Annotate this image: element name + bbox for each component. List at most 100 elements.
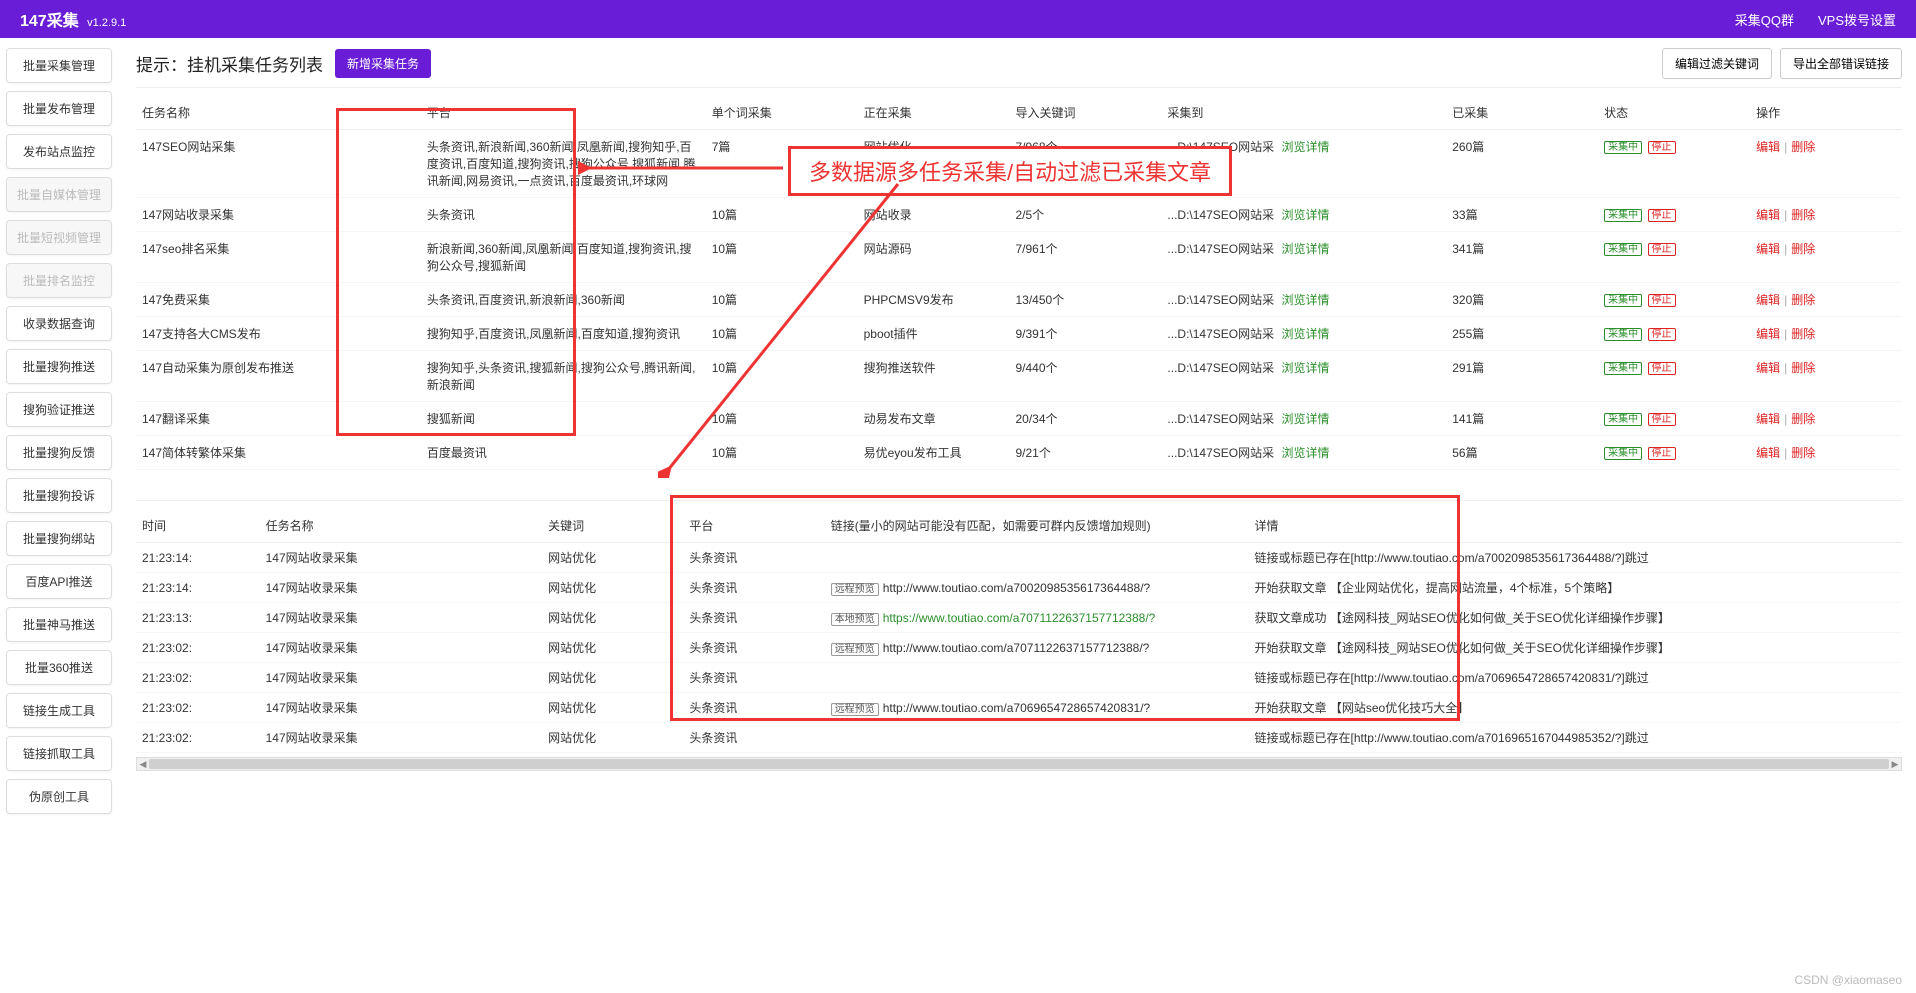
edit-button[interactable]: 编辑 <box>1756 140 1780 154</box>
horizontal-scrollbar[interactable]: ◀ ▶ <box>136 757 1902 771</box>
task-single: 10篇 <box>706 317 858 351</box>
log-detail: 开始获取文章 【网站seo优化技巧大全】 <box>1249 693 1902 723</box>
delete-button[interactable]: 删除 <box>1791 327 1815 341</box>
scroll-left-icon[interactable]: ◀ <box>137 758 149 770</box>
stop-button[interactable]: 停止 <box>1648 209 1676 222</box>
log-task: 147网站收录采集 <box>260 663 543 693</box>
task-row: 147简体转繁体采集百度最资讯10篇易优eyou发布工具9/21个...D:\1… <box>136 436 1902 470</box>
edit-button[interactable]: 编辑 <box>1756 361 1780 375</box>
delete-button[interactable]: 删除 <box>1791 242 1815 256</box>
delete-button[interactable]: 删除 <box>1791 293 1815 307</box>
task-collecting: 动易发布文章 <box>858 402 1010 436</box>
log-col-header: 关键词 <box>542 509 683 543</box>
task-platform: 头条资讯,百度资讯,新浪新闻,360新闻 <box>421 283 706 317</box>
sidebar: 批量采集管理批量发布管理发布站点监控批量自媒体管理批量短视频管理批量排名监控收录… <box>0 38 118 824</box>
new-task-button[interactable]: 新增采集任务 <box>335 49 431 78</box>
delete-button[interactable]: 删除 <box>1791 140 1815 154</box>
delete-button[interactable]: 删除 <box>1791 412 1815 426</box>
link-vps-dial[interactable]: VPS拨号设置 <box>1818 10 1896 29</box>
sidebar-item-10[interactable]: 批量搜狗投诉 <box>6 478 112 513</box>
sidebar-item-7[interactable]: 批量搜狗推送 <box>6 349 112 384</box>
task-single: 7篇 <box>706 130 858 198</box>
log-time: 21:23:14: <box>136 543 260 573</box>
log-url[interactable]: https://www.toutiao.com/a707112263715771… <box>883 611 1156 625</box>
log-task: 147网站收录采集 <box>260 693 543 723</box>
log-time: 21:23:13: <box>136 603 260 633</box>
task-single: 10篇 <box>706 198 858 232</box>
scroll-right-icon[interactable]: ▶ <box>1889 758 1901 770</box>
sidebar-item-17[interactable]: 伪原创工具 <box>6 779 112 814</box>
edit-button[interactable]: 编辑 <box>1756 446 1780 460</box>
task-platform: 头条资讯 <box>421 198 706 232</box>
sidebar-item-6[interactable]: 收录数据查询 <box>6 306 112 341</box>
sidebar-item-16[interactable]: 链接抓取工具 <box>6 736 112 771</box>
export-error-links-button[interactable]: 导出全部错误链接 <box>1780 48 1902 79</box>
sidebar-item-13[interactable]: 批量神马推送 <box>6 607 112 642</box>
task-col-header: 正在采集 <box>858 96 1010 130</box>
task-row: 147支持各大CMS发布搜狗知乎,百度资讯,凤凰新闻,百度知道,搜狗资讯10篇p… <box>136 317 1902 351</box>
page-header: 提示：挂机采集任务列表 新增采集任务 编辑过滤关键词 导出全部错误链接 <box>136 48 1902 88</box>
browse-detail-link[interactable]: 浏览详情 <box>1281 140 1329 154</box>
edit-button[interactable]: 编辑 <box>1756 293 1780 307</box>
stop-button[interactable]: 停止 <box>1648 294 1676 307</box>
task-collecting: PHPCMSV9发布 <box>858 283 1010 317</box>
task-collected: 320篇 <box>1446 283 1598 317</box>
log-time: 21:23:02: <box>136 693 260 723</box>
sidebar-item-0[interactable]: 批量采集管理 <box>6 48 112 83</box>
sidebar-item-15[interactable]: 链接生成工具 <box>6 693 112 728</box>
delete-button[interactable]: 删除 <box>1791 361 1815 375</box>
scroll-thumb[interactable] <box>149 759 1889 769</box>
browse-detail-link[interactable]: 浏览详情 <box>1281 361 1329 375</box>
preview-tag[interactable]: 本地预览 <box>831 613 879 626</box>
log-url[interactable]: http://www.toutiao.com/a7002098535617364… <box>883 581 1151 595</box>
preview-tag[interactable]: 远程预览 <box>831 643 879 656</box>
preview-tag[interactable]: 远程预览 <box>831 583 879 596</box>
browse-detail-link[interactable]: 浏览详情 <box>1281 446 1329 460</box>
sidebar-item-9[interactable]: 批量搜狗反馈 <box>6 435 112 470</box>
task-dest: ...D:\147SEO网站采 浏览详情 <box>1161 436 1446 470</box>
log-col-header: 平台 <box>683 509 824 543</box>
stop-button[interactable]: 停止 <box>1648 243 1676 256</box>
log-link <box>825 543 1249 573</box>
log-link: 本地预览 https://www.toutiao.com/a70711226371… <box>825 603 1249 633</box>
edit-button[interactable]: 编辑 <box>1756 208 1780 222</box>
edit-button[interactable]: 编辑 <box>1756 242 1780 256</box>
sidebar-item-1[interactable]: 批量发布管理 <box>6 91 112 126</box>
log-keyword: 网站优化 <box>542 603 683 633</box>
sidebar-item-11[interactable]: 批量搜狗绑站 <box>6 521 112 556</box>
log-row: 21:23:02:147网站收录采集网站优化头条资讯远程预览http://www… <box>136 693 1902 723</box>
edit-button[interactable]: 编辑 <box>1756 412 1780 426</box>
link-qq-group[interactable]: 采集QQ群 <box>1735 10 1794 29</box>
stop-button[interactable]: 停止 <box>1648 328 1676 341</box>
task-col-header: 采集到 <box>1161 96 1446 130</box>
sidebar-item-14[interactable]: 批量360推送 <box>6 650 112 685</box>
stop-button[interactable]: 停止 <box>1648 413 1676 426</box>
browse-detail-link[interactable]: 浏览详情 <box>1281 327 1329 341</box>
sidebar-item-8[interactable]: 搜狗验证推送 <box>6 392 112 427</box>
stop-button[interactable]: 停止 <box>1648 447 1676 460</box>
sidebar-item-12[interactable]: 百度API推送 <box>6 564 112 599</box>
task-imported: 7/968个 <box>1010 130 1162 198</box>
delete-button[interactable]: 删除 <box>1791 446 1815 460</box>
stop-button[interactable]: 停止 <box>1648 141 1676 154</box>
task-ops: 编辑|删除 <box>1750 317 1902 351</box>
preview-tag[interactable]: 远程预览 <box>831 703 879 716</box>
browse-detail-link[interactable]: 浏览详情 <box>1281 293 1329 307</box>
browse-detail-link[interactable]: 浏览详情 <box>1281 412 1329 426</box>
browse-detail-link[interactable]: 浏览详情 <box>1281 208 1329 222</box>
browse-detail-link[interactable]: 浏览详情 <box>1281 242 1329 256</box>
task-table: 任务名称平台单个词采集正在采集导入关键词采集到已采集状态操作 147SEO网站采… <box>136 96 1902 470</box>
task-imported: 9/391个 <box>1010 317 1162 351</box>
task-name: 147seo排名采集 <box>136 232 421 283</box>
stop-button[interactable]: 停止 <box>1648 362 1676 375</box>
log-keyword: 网站优化 <box>542 693 683 723</box>
sidebar-item-2[interactable]: 发布站点监控 <box>6 134 112 169</box>
log-url[interactable]: http://www.toutiao.com/a7071122637157712… <box>883 641 1150 655</box>
log-url[interactable]: http://www.toutiao.com/a7069654728657420… <box>883 701 1151 715</box>
task-ops: 编辑|删除 <box>1750 232 1902 283</box>
edit-filter-keywords-button[interactable]: 编辑过滤关键词 <box>1662 48 1772 79</box>
task-platform: 新浪新闻,360新闻,凤凰新闻,百度知道,搜狗资讯,搜狗公众号,搜狐新闻 <box>421 232 706 283</box>
edit-button[interactable]: 编辑 <box>1756 327 1780 341</box>
main-panel: 提示：挂机采集任务列表 新增采集任务 编辑过滤关键词 导出全部错误链接 任务名称… <box>118 38 1916 824</box>
delete-button[interactable]: 删除 <box>1791 208 1815 222</box>
